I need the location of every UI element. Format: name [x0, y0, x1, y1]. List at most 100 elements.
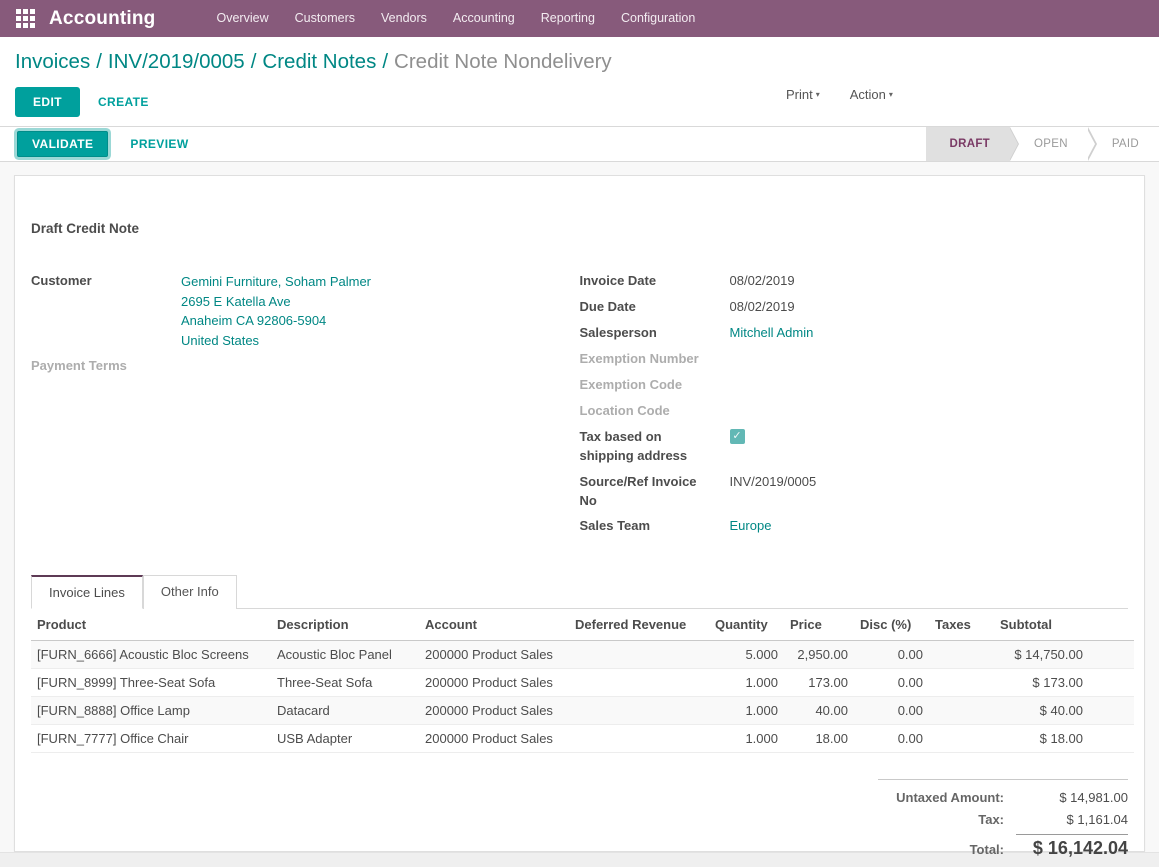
customer-street[interactable]: 2695 E Katella Ave [181, 294, 291, 309]
cell-deferred [569, 725, 709, 753]
cell-quantity: 1.000 [709, 725, 784, 753]
untaxed-amount-value: $ 14,981.00 [1016, 790, 1128, 805]
invoice-line-row[interactable]: [FURN_6666] Acoustic Bloc Screens Acoust… [31, 641, 1134, 669]
col-disc: Disc (%) [854, 609, 929, 641]
print-dropdown[interactable]: Print▾ [786, 87, 820, 102]
cell-price: 40.00 [784, 697, 854, 725]
col-price: Price [784, 609, 854, 641]
cell-account: 200000 Product Sales [419, 641, 569, 669]
cell-taxes [929, 697, 994, 725]
cell-subtotal: $ 173.00 [994, 669, 1089, 697]
cell-price: 18.00 [784, 725, 854, 753]
action-dropdown[interactable]: Action▾ [850, 87, 893, 102]
cell-product: [FURN_6666] Acoustic Bloc Screens [31, 641, 271, 669]
col-account: Account [419, 609, 569, 641]
total-label: Total: [970, 842, 1016, 859]
cell-deferred [569, 697, 709, 725]
source-ref-label: Source/Ref Invoice No [580, 473, 730, 511]
tax-based-checkbox[interactable] [730, 429, 745, 444]
tab-other-info[interactable]: Other Info [143, 575, 237, 609]
customer-label: Customer [31, 272, 181, 350]
cell-description: USB Adapter [271, 725, 419, 753]
cell-disc: 0.00 [854, 725, 929, 753]
invoice-lines-table: Product Description Account Deferred Rev… [31, 609, 1134, 753]
menu-vendors[interactable]: Vendors [368, 0, 440, 37]
breadcrumb-separator: / [376, 50, 394, 73]
cell-deferred [569, 669, 709, 697]
col-taxes: Taxes [929, 609, 994, 641]
document-title: Draft Credit Note [31, 221, 1128, 236]
preview-button[interactable]: PREVIEW [130, 137, 188, 151]
cell-subtotal: $ 40.00 [994, 697, 1089, 725]
customer-link[interactable]: Gemini Furniture, Soham Palmer [181, 274, 371, 289]
tab-invoice-lines[interactable]: Invoice Lines [31, 575, 143, 609]
menu-reporting[interactable]: Reporting [528, 0, 608, 37]
breadcrumb: Invoices/INV/2019/0005/Credit Notes/Cred… [15, 47, 1144, 77]
breadcrumb-credit-notes[interactable]: Credit Notes [262, 50, 376, 73]
untaxed-amount-label: Untaxed Amount: [896, 790, 1016, 805]
status-draft[interactable]: DRAFT [926, 127, 1010, 161]
cell-description: Three-Seat Sofa [271, 669, 419, 697]
location-code-label: Location Code [580, 402, 730, 421]
cell-taxes [929, 669, 994, 697]
cell-quantity: 5.000 [709, 641, 784, 669]
due-date-label: Due Date [580, 298, 730, 317]
validate-button[interactable]: VALIDATE [17, 131, 108, 157]
sales-team-link[interactable]: Europe [730, 518, 772, 533]
col-product: Product [31, 609, 271, 641]
breadcrumb-current: Credit Note Nondelivery [394, 50, 612, 73]
status-pipeline: DRAFT OPEN PAID [926, 127, 1159, 161]
invoice-line-row[interactable]: [FURN_8999] Three-Seat Sofa Three-Seat S… [31, 669, 1134, 697]
menu-overview[interactable]: Overview [204, 0, 282, 37]
tax-based-label: Tax based on shipping address [580, 428, 730, 466]
cell-handle [1089, 669, 1134, 697]
cell-price: 173.00 [784, 669, 854, 697]
cell-disc: 0.00 [854, 669, 929, 697]
left-field-group: Customer Gemini Furniture, Soham Palmer … [31, 272, 580, 543]
invoice-line-row[interactable]: [FURN_7777] Office Chair USB Adapter 200… [31, 725, 1134, 753]
cell-handle [1089, 697, 1134, 725]
col-quantity: Quantity [709, 609, 784, 641]
cell-account: 200000 Product Sales [419, 697, 569, 725]
customer-country[interactable]: United States [181, 333, 259, 348]
cell-description: Acoustic Bloc Panel [271, 641, 419, 669]
cell-subtotal: $ 14,750.00 [994, 641, 1089, 669]
right-field-group: Invoice Date 08/02/2019 Due Date 08/02/2… [580, 272, 1129, 543]
source-ref-value: INV/2019/0005 [730, 473, 817, 511]
app-title[interactable]: Accounting [49, 8, 156, 30]
salesperson-link[interactable]: Mitchell Admin [730, 325, 814, 340]
tax-value: $ 1,161.04 [1016, 812, 1128, 827]
exemption-code-label: Exemption Code [580, 376, 730, 395]
totals-block: Untaxed Amount: $ 14,981.00 Tax: $ 1,161… [878, 779, 1128, 866]
apps-grid-icon[interactable] [16, 9, 35, 28]
salesperson-label: Salesperson [580, 324, 730, 343]
breadcrumb-invoice-number[interactable]: INV/2019/0005 [108, 50, 245, 73]
cell-price: 2,950.00 [784, 641, 854, 669]
invoice-line-row[interactable]: [FURN_8888] Office Lamp Datacard 200000 … [31, 697, 1134, 725]
due-date-value: 08/02/2019 [730, 298, 795, 317]
invoice-date-value: 08/02/2019 [730, 272, 795, 291]
main-menu: Overview Customers Vendors Accounting Re… [204, 0, 709, 37]
breadcrumb-invoices[interactable]: Invoices [15, 50, 90, 73]
credit-note-sheet: Draft Credit Note Customer Gemini Furnit… [14, 175, 1145, 852]
caret-down-icon: ▾ [816, 90, 820, 99]
cell-quantity: 1.000 [709, 697, 784, 725]
menu-customers[interactable]: Customers [282, 0, 368, 37]
edit-button[interactable]: EDIT [15, 87, 80, 117]
status-open[interactable]: OPEN [1010, 127, 1088, 161]
customer-city[interactable]: Anaheim CA 92806-5904 [181, 313, 326, 328]
cell-quantity: 1.000 [709, 669, 784, 697]
customer-value: Gemini Furniture, Soham Palmer 2695 E Ka… [181, 272, 371, 350]
create-button[interactable]: CREATE [98, 95, 149, 109]
control-panel: Invoices/INV/2019/0005/Credit Notes/Cred… [0, 37, 1159, 126]
exemption-number-label: Exemption Number [580, 350, 730, 369]
caret-down-icon: ▾ [889, 90, 893, 99]
col-deferred-revenue: Deferred Revenue [569, 609, 709, 641]
status-paid[interactable]: PAID [1088, 127, 1159, 161]
cell-product: [FURN_8888] Office Lamp [31, 697, 271, 725]
cell-taxes [929, 725, 994, 753]
col-description: Description [271, 609, 419, 641]
menu-configuration[interactable]: Configuration [608, 0, 708, 37]
cell-handle [1089, 725, 1134, 753]
menu-accounting[interactable]: Accounting [440, 0, 528, 37]
